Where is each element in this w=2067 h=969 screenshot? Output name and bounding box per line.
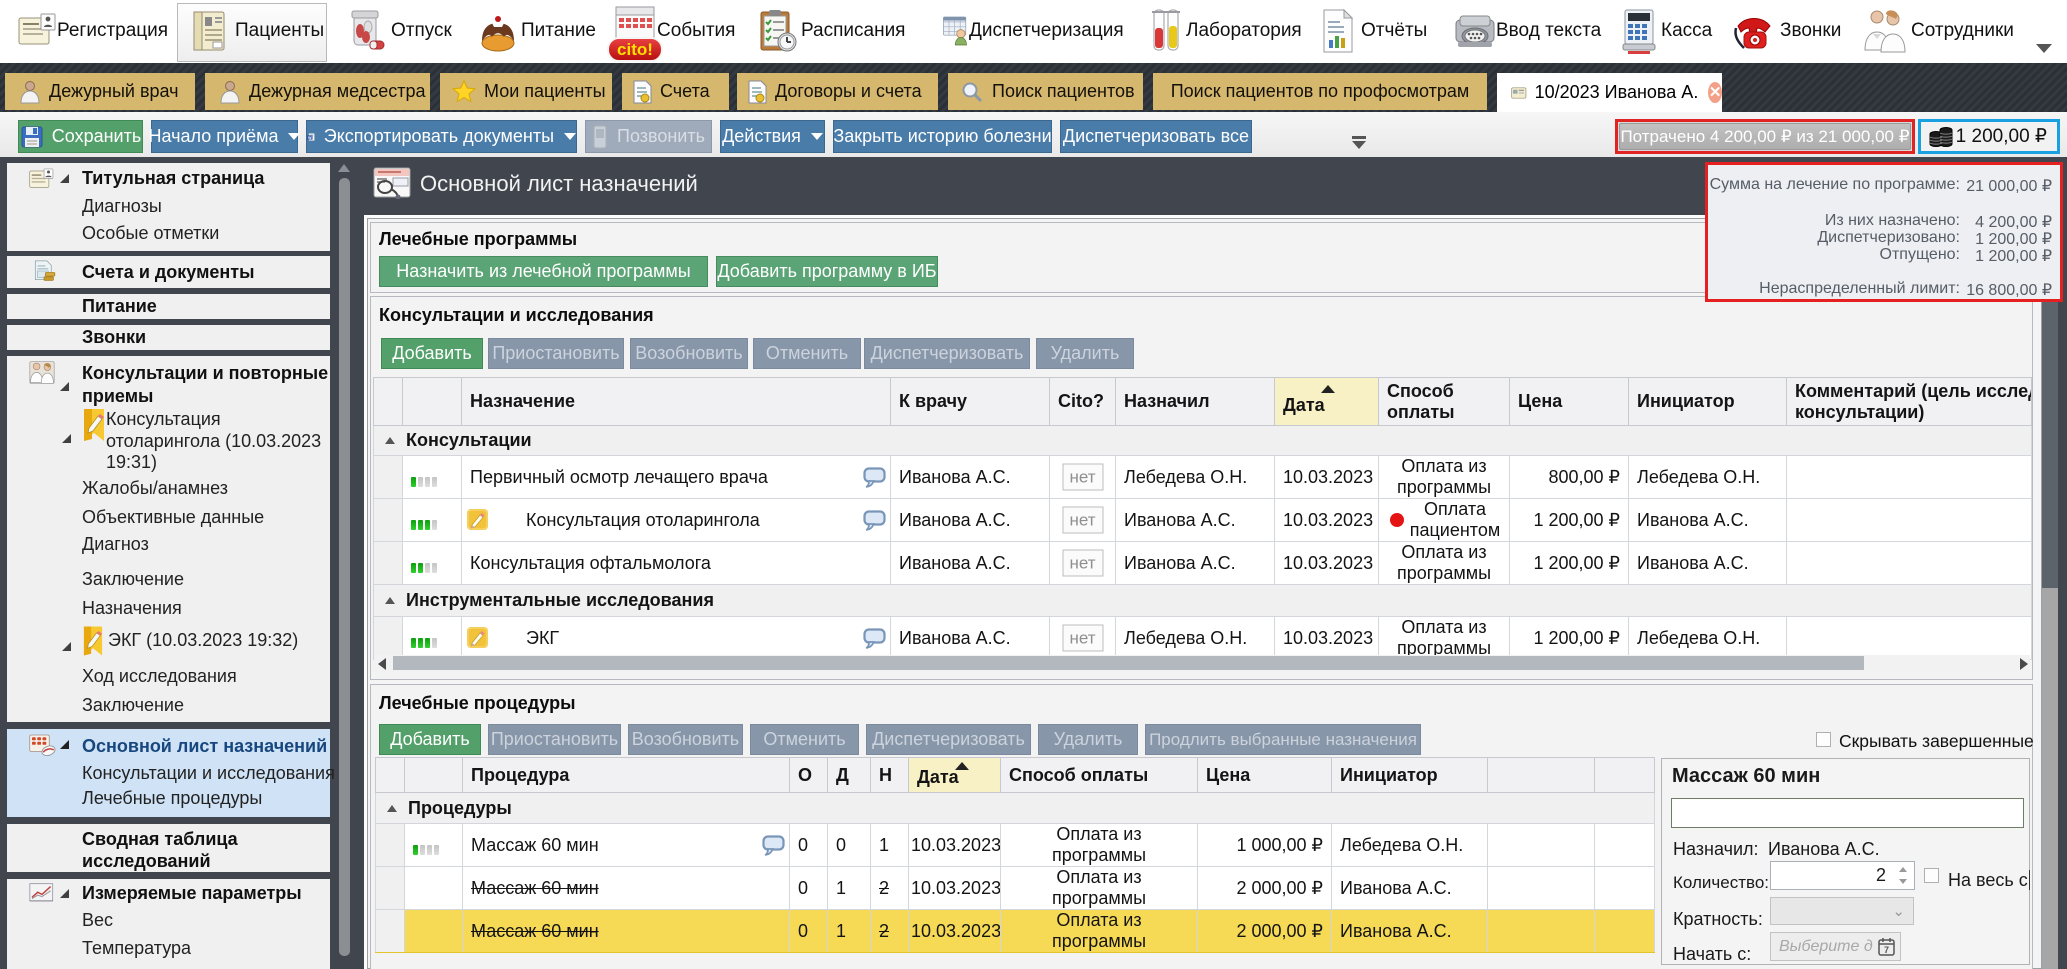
svg-text:7: 7 [1884, 945, 1889, 955]
